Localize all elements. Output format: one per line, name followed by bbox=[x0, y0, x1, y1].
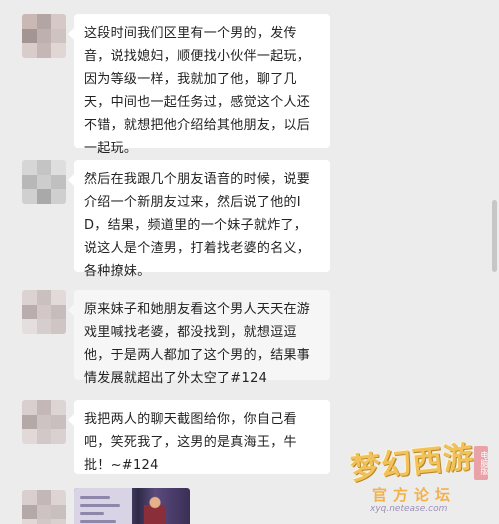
watermark-logo: 梦幻西游 电脑版 官方论坛 xyq.netease.com bbox=[349, 438, 489, 522]
avatar[interactable] bbox=[22, 400, 66, 444]
message-text: 原来妹子和她朋友看这个男人天天在游戏里喊找老婆，都没找到，就想逗逗他，于是两人都… bbox=[84, 302, 311, 386]
scroll-thumb[interactable] bbox=[492, 200, 497, 272]
avatar[interactable] bbox=[22, 14, 66, 58]
avatar[interactable] bbox=[22, 160, 66, 204]
watermark-url: xyq.netease.com bbox=[370, 504, 448, 514]
message-text: 然后在我跟几个朋友语音的时候，说要介绍一个新朋友过来，然后说了他的ID，结果，频… bbox=[84, 172, 311, 279]
image-message-thumbnail[interactable] bbox=[74, 488, 190, 524]
watermark-badge: 电脑版 bbox=[474, 446, 489, 480]
avatar[interactable] bbox=[22, 290, 66, 334]
message-bubble[interactable]: 然后在我跟几个朋友语音的时候，说要介绍一个新朋友过来，然后说了他的ID，结果，频… bbox=[68, 160, 330, 279]
chat-window: 这段时间我们区里有一个男的，发传音，说找媳妇，顺便找小伙伴一起玩，因为等级一样，… bbox=[0, 0, 499, 524]
message-text: 我把两人的聊天截图给你，你自己看吧，笑死我了，这男的是真海王，牛批！~#124 bbox=[84, 412, 297, 473]
message-text: 这段时间我们区里有一个男的，发传音，说找媳妇，顺便找小伙伴一起玩，因为等级一样，… bbox=[84, 26, 311, 156]
message-bubble[interactable]: 原来妹子和她朋友看这个男人天天在游戏里喊找老婆，都没找到，就想逗逗他，于是两人都… bbox=[68, 290, 330, 386]
game-character-image bbox=[144, 494, 166, 524]
watermark-title: 梦幻西游 bbox=[348, 439, 476, 488]
message-bubble[interactable]: 这段时间我们区里有一个男的，发传音，说找媳妇，顺便找小伙伴一起玩，因为等级一样，… bbox=[68, 14, 330, 156]
avatar[interactable] bbox=[22, 490, 66, 524]
screenshot-preview bbox=[74, 488, 132, 524]
scrollbar[interactable] bbox=[491, 0, 497, 524]
message-bubble[interactable]: 我把两人的聊天截图给你，你自己看吧，笑死我了，这男的是真海王，牛批！~#124 bbox=[68, 400, 330, 474]
watermark-subtitle: 官方论坛 bbox=[372, 486, 457, 504]
